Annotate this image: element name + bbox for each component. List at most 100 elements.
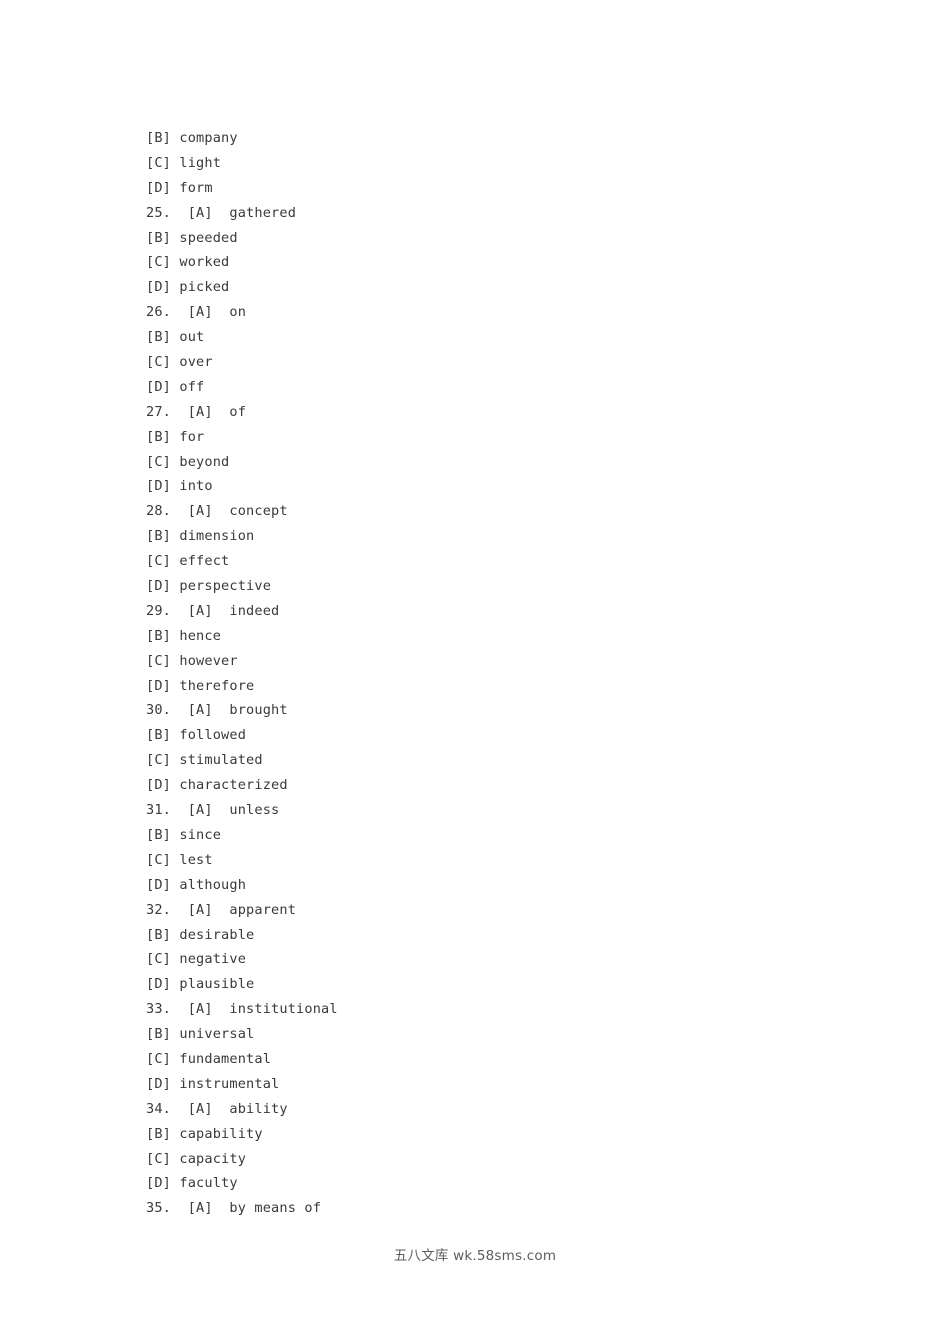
option-letter: [C] [146, 154, 172, 171]
option-line[interactable]: [D] picked [146, 275, 846, 300]
option-letter: [B] [146, 229, 172, 246]
option-text: off [179, 378, 205, 395]
option-letter: [A] [187, 901, 213, 918]
question-option-line[interactable]: 28. [A] concept [146, 499, 846, 524]
option-line[interactable]: [C] negative [146, 947, 846, 972]
option-text: faculty [179, 1175, 238, 1192]
option-line[interactable]: [D] instrumental [146, 1072, 846, 1097]
option-letter: [C] [146, 851, 172, 868]
option-text: ability [229, 1100, 288, 1117]
option-letter: [C] [146, 254, 172, 271]
option-letter: [A] [187, 602, 213, 619]
option-line[interactable]: [B] out [146, 325, 846, 350]
question-number: 26. [146, 304, 172, 321]
option-line[interactable]: [D] therefore [146, 674, 846, 699]
option-line[interactable]: [B] since [146, 823, 846, 848]
option-line[interactable]: [B] hence [146, 624, 846, 649]
option-letter: [D] [146, 876, 172, 893]
question-option-line[interactable]: 35. [A] by means of [146, 1196, 846, 1221]
option-line[interactable]: [B] for [146, 425, 846, 450]
question-option-line[interactable]: 26. [A] on [146, 300, 846, 325]
option-line[interactable]: [C] light [146, 151, 846, 176]
question-number: 30. [146, 702, 172, 719]
option-text: gathered [229, 204, 297, 221]
option-letter: [C] [146, 453, 172, 470]
option-line[interactable]: [D] form [146, 176, 846, 201]
option-line[interactable]: [B] universal [146, 1022, 846, 1047]
option-text: indeed [229, 602, 280, 619]
option-letter: [A] [187, 403, 213, 420]
option-text: brought [229, 702, 288, 719]
option-line[interactable]: [D] characterized [146, 773, 846, 798]
option-line[interactable]: [C] beyond [146, 450, 846, 475]
option-letter: [D] [146, 976, 172, 993]
question-option-line[interactable]: 33. [A] institutional [146, 997, 846, 1022]
option-line[interactable]: [B] dimension [146, 524, 846, 549]
option-text: over [179, 354, 213, 371]
option-text: company [179, 130, 238, 146]
question-number: 32. [146, 901, 172, 918]
option-line[interactable]: [C] however [146, 649, 846, 674]
question-option-line[interactable]: 31. [A] unless [146, 798, 846, 823]
option-line[interactable]: [B] desirable [146, 923, 846, 948]
option-line[interactable]: [D] off [146, 375, 846, 400]
option-letter: [D] [146, 777, 172, 794]
question-option-line[interactable]: 25. [A] gathered [146, 201, 846, 226]
option-line[interactable]: [D] plausible [146, 972, 846, 997]
question-option-line[interactable]: 30. [A] brought [146, 698, 846, 723]
option-line[interactable]: [C] capacity [146, 1147, 846, 1172]
option-text: universal [179, 1026, 255, 1043]
option-text: however [179, 652, 238, 669]
option-line[interactable]: [B] followed [146, 723, 846, 748]
option-text: apparent [229, 901, 297, 918]
option-text: worked [179, 254, 230, 271]
option-letter: [D] [146, 1075, 172, 1092]
question-number: 35. [146, 1200, 172, 1217]
option-text: into [179, 478, 213, 495]
option-line[interactable]: [C] over [146, 350, 846, 375]
option-text: lest [179, 851, 213, 868]
option-letter: [D] [146, 279, 172, 296]
option-line[interactable]: [C] lest [146, 848, 846, 873]
option-letter: [C] [146, 354, 172, 371]
option-letter: [C] [146, 951, 172, 968]
option-line[interactable]: [B] capability [146, 1122, 846, 1147]
option-letter: [A] [187, 204, 213, 221]
option-letter: [B] [146, 926, 172, 943]
option-line[interactable]: [C] fundamental [146, 1047, 846, 1072]
option-line[interactable]: [B] speeded [146, 226, 846, 251]
option-letter: [D] [146, 677, 172, 694]
option-text: capability [179, 1125, 263, 1142]
option-line[interactable]: [C] stimulated [146, 748, 846, 773]
option-line[interactable]: [D] faculty [146, 1171, 846, 1196]
option-text: beyond [179, 453, 230, 470]
option-line[interactable]: [C] worked [146, 250, 846, 275]
option-letter: [B] [146, 1125, 172, 1142]
watermark: 五八文库 wk.58sms.com [393, 1248, 557, 1264]
option-line[interactable]: [D] perspective [146, 574, 846, 599]
option-text: therefore [179, 677, 255, 694]
option-letter: [A] [187, 1001, 213, 1018]
question-option-line[interactable]: 34. [A] ability [146, 1097, 846, 1122]
option-letter: [D] [146, 578, 172, 595]
question-number: 27. [146, 403, 172, 420]
option-letter: [A] [187, 802, 213, 819]
option-text: perspective [179, 578, 272, 595]
option-letter: [C] [146, 752, 172, 769]
option-letter: [B] [146, 130, 172, 146]
option-text: by means of [229, 1200, 322, 1217]
option-line[interactable]: [B] company [146, 126, 846, 151]
option-text: desirable [179, 926, 255, 943]
option-line[interactable]: [D] into [146, 474, 846, 499]
option-text: unless [229, 802, 280, 819]
question-option-line[interactable]: 27. [A] of [146, 400, 846, 425]
option-text: on [229, 304, 247, 321]
option-letter: [C] [146, 1150, 172, 1167]
document-page: [B] company [C] light [D] form 25. [A] gath… [0, 0, 950, 1344]
question-option-line[interactable]: 29. [A] indeed [146, 599, 846, 624]
option-text: capacity [179, 1150, 247, 1167]
option-line[interactable]: [D] although [146, 873, 846, 898]
question-option-line[interactable]: 32. [A] apparent [146, 898, 846, 923]
option-text: picked [179, 279, 230, 296]
option-line[interactable]: [C] effect [146, 549, 846, 574]
